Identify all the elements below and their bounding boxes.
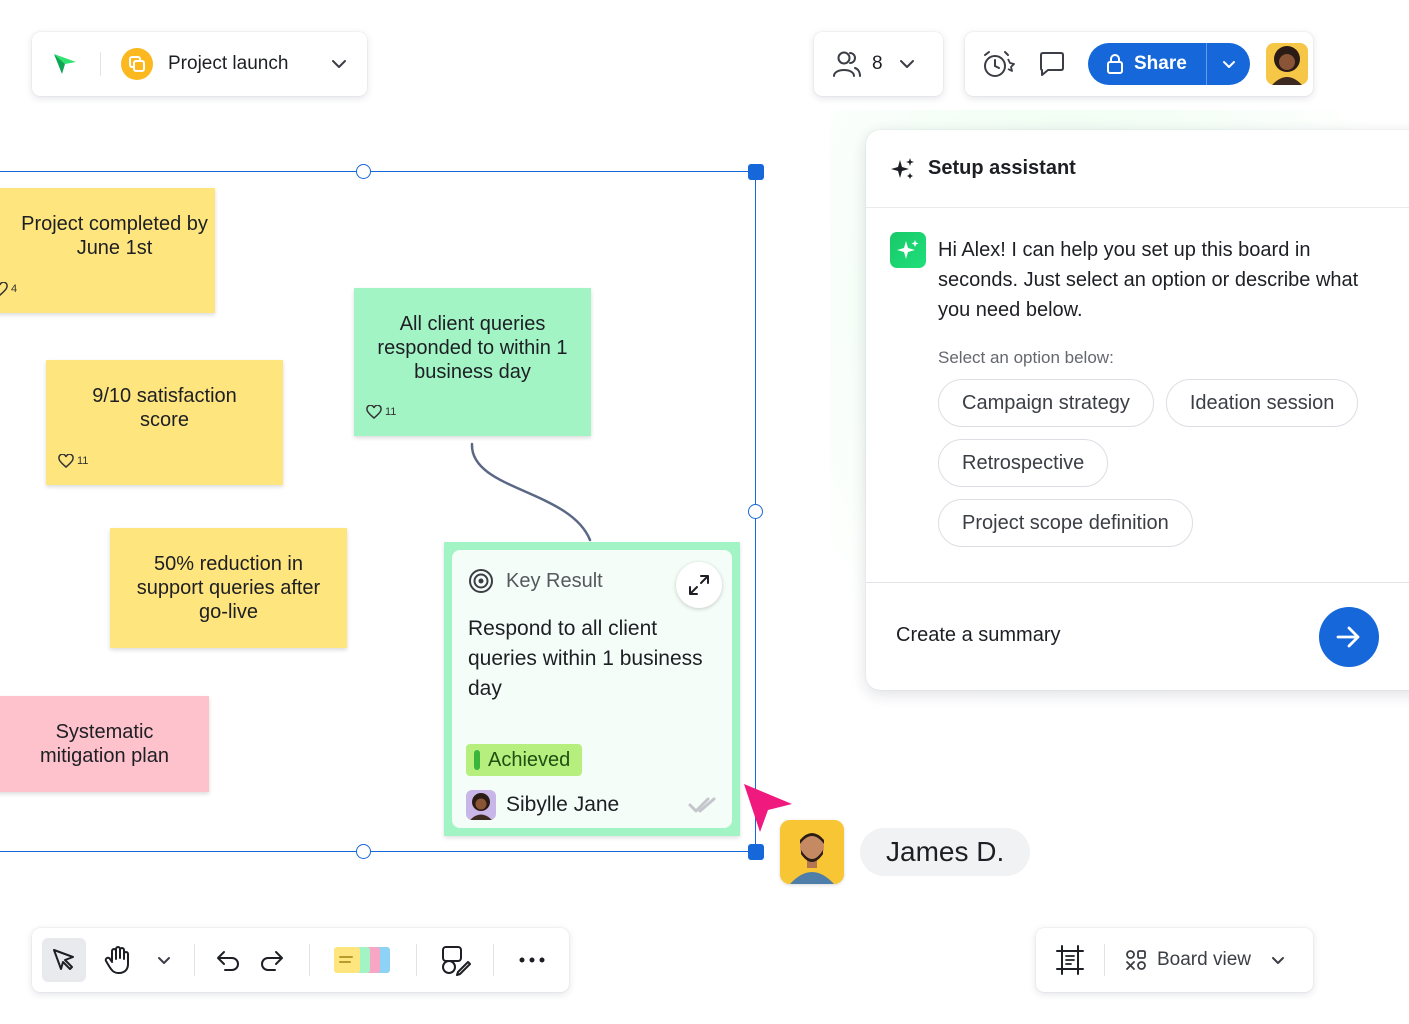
shapes-icon[interactable] (439, 938, 471, 982)
more-icon[interactable] (516, 938, 548, 982)
option-chips: Campaign strategy Ideation session Retro… (938, 379, 1368, 547)
sticky-text: 50% reduction in support queries after g… (136, 553, 321, 623)
share-main-button[interactable]: Share (1088, 43, 1206, 85)
sticky-note[interactable]: All client queries responded to within 1… (354, 288, 591, 436)
option-chip[interactable]: Ideation session (1165, 379, 1359, 427)
sticky-text: Systematic mitigation plan (40, 721, 169, 767)
option-chip[interactable]: Campaign strategy (938, 379, 1154, 427)
divider (493, 944, 494, 976)
like-count: 11 (77, 455, 89, 467)
arrow-right-icon (1336, 626, 1360, 648)
chevron-down-icon[interactable] (331, 59, 347, 69)
sticky-notes-icon[interactable] (332, 938, 394, 982)
chevron-down-icon (1222, 60, 1236, 69)
resize-handle[interactable] (356, 844, 371, 859)
collaborator-count: 8 (872, 53, 883, 74)
board-view-label: Board view (1157, 949, 1251, 970)
share-button: Share (1088, 43, 1250, 85)
chevron-down-icon (899, 59, 915, 69)
option-chip[interactable]: Project scope definition (938, 499, 1193, 547)
collaborators-button[interactable]: 8 (814, 32, 943, 96)
expand-icon[interactable] (676, 562, 722, 608)
users-icon (832, 50, 862, 78)
status-label: Achieved (488, 748, 571, 771)
pointer-icon (53, 949, 74, 970)
sticky-text: 9/10 satisfaction score (92, 385, 237, 431)
assistant-message-text: Hi Alex! I can help you set up this boar… (938, 239, 1359, 321)
heart-icon (0, 282, 8, 296)
view-panel: Board view (1036, 928, 1313, 992)
board-panel: Project launch (32, 32, 367, 96)
divider (416, 944, 417, 976)
likes[interactable]: 11 (58, 449, 88, 473)
heart-icon (366, 405, 382, 419)
hand-tool[interactable] (96, 938, 140, 982)
target-icon (468, 568, 494, 594)
board-view-icon (1125, 949, 1147, 971)
resize-handle[interactable] (748, 504, 763, 519)
option-chip[interactable]: Retrospective (938, 439, 1109, 487)
hand-icon (104, 946, 129, 974)
connector-line[interactable] (460, 440, 600, 544)
sticky-text: All client queries responded to within 1… (377, 313, 568, 383)
key-result-label: Key Result (506, 569, 603, 592)
status-bar (474, 750, 480, 770)
chevron-down-icon (1271, 956, 1285, 965)
assistant-title: Setup assistant (928, 157, 1076, 179)
sticky-text: Project completed by June 1st (21, 213, 208, 259)
setup-assistant-panel: Setup assistant Hi Alex! I can help you … (866, 130, 1409, 690)
status-badge[interactable]: Achieved (466, 744, 583, 776)
sparkle-icon (890, 156, 916, 182)
assistant-input-area: Create a summary (866, 582, 1409, 690)
sticky-note[interactable]: 50% reduction in support queries after g… (110, 528, 347, 648)
key-result-card[interactable]: Key Result Respond to all client queries… (444, 542, 740, 836)
chevron-down-icon[interactable] (150, 938, 178, 982)
assistant-message: Hi Alex! I can help you set up this boar… (890, 232, 1368, 325)
avatar (466, 790, 496, 820)
resize-handle[interactable] (748, 844, 764, 860)
avatar[interactable] (780, 820, 844, 884)
share-label: Share (1134, 53, 1187, 74)
redo-icon[interactable] (257, 938, 287, 982)
likes[interactable]: 4 (0, 277, 17, 301)
likes[interactable]: 11 (366, 400, 396, 424)
cursor-user-name: James D. (860, 828, 1031, 876)
board-icon (121, 48, 153, 80)
right-toolbar: Share (965, 32, 1313, 96)
assistant-header: Setup assistant (866, 130, 1409, 208)
board-name[interactable]: Project launch (168, 53, 288, 75)
sticky-note[interactable]: 9/10 satisfaction score 11 (46, 360, 283, 485)
app-logo-icon[interactable] (52, 52, 78, 76)
lock-icon (1106, 54, 1124, 74)
comment-icon[interactable] (1034, 46, 1070, 82)
sticky-note[interactable]: Systematic mitigation plan (0, 696, 209, 792)
divider (100, 52, 101, 76)
divider (309, 944, 310, 976)
board-view-button[interactable]: Board view (1125, 949, 1285, 971)
undo-icon[interactable] (213, 938, 243, 982)
resize-handle[interactable] (748, 164, 764, 180)
divider (1104, 944, 1105, 976)
ai-sparkle-icon (890, 232, 926, 268)
sticky-note[interactable]: Project completed by June 1st 4 (0, 188, 215, 313)
share-options-button[interactable] (1207, 43, 1250, 85)
key-result-text: Respond to all client queries within 1 b… (468, 617, 703, 700)
key-result-body: Key Result Respond to all client queries… (452, 550, 732, 828)
resize-handle[interactable] (356, 164, 371, 179)
like-count: 4 (11, 283, 18, 295)
frame-icon[interactable] (1054, 942, 1086, 978)
owner[interactable]: Sibylle Jane (466, 790, 619, 820)
options-label: Select an option below: (938, 348, 1114, 367)
timer-icon[interactable] (980, 46, 1016, 82)
owner-name: Sibylle Jane (506, 793, 620, 816)
divider (194, 944, 195, 976)
send-button[interactable] (1319, 607, 1379, 667)
like-count: 11 (385, 406, 397, 418)
creation-toolbar (32, 928, 569, 992)
double-check-icon (688, 796, 718, 814)
summary-prompt[interactable]: Create a summary (896, 624, 1061, 647)
heart-icon (58, 454, 74, 468)
avatar[interactable] (1266, 43, 1308, 85)
select-tool[interactable] (42, 938, 86, 982)
